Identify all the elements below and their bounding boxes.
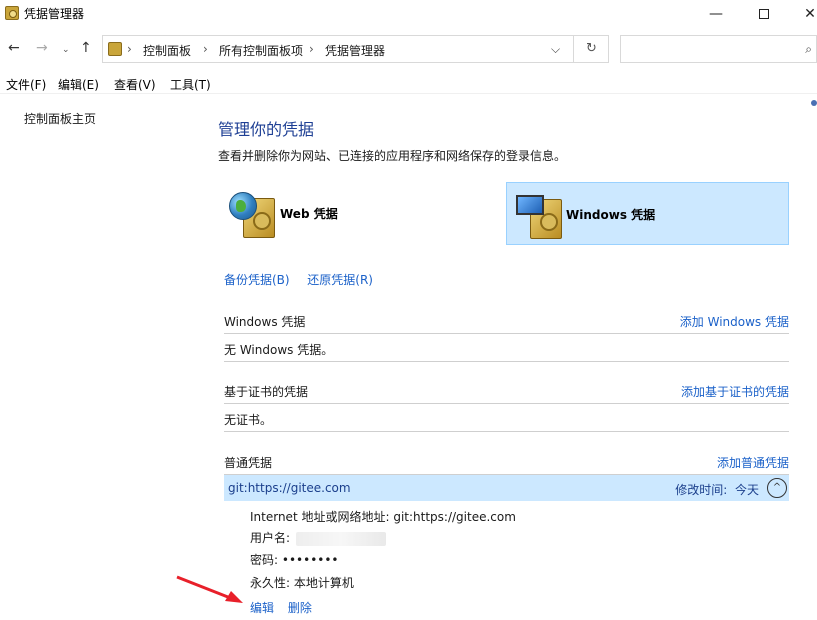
- breadcrumb-control-panel[interactable]: 控制面板: [143, 42, 191, 59]
- edit-credential-link[interactable]: 编辑: [250, 601, 274, 615]
- minimize-button[interactable]: —: [693, 0, 739, 28]
- persistence-label: 永久性:: [250, 576, 291, 590]
- web-credentials-label: Web 凭据: [280, 207, 338, 221]
- section-header: Windows 凭据 添加 Windows 凭据: [224, 306, 789, 334]
- globe-icon: [229, 192, 257, 220]
- breadcrumb-all-items[interactable]: 所有控制面板项: [219, 42, 303, 59]
- breadcrumb-separator[interactable]: ›: [309, 42, 314, 56]
- credential-row[interactable]: git:https://gitee.com 修改时间: 今天 ^: [224, 475, 789, 501]
- backup-restore-links: 备份凭据(B) 还原凭据(R): [224, 271, 373, 288]
- empty-message: 无证书。: [224, 413, 273, 427]
- section-title: 普通凭据: [224, 456, 273, 470]
- password-label: 密码:: [250, 553, 279, 567]
- modified-time: 修改时间: 今天: [675, 481, 759, 498]
- empty-message: 无 Windows 凭据。: [224, 343, 334, 357]
- page-description: 查看并删除你为网站、已连接的应用程序和网络保存的登录信息。: [218, 149, 567, 163]
- monitor-icon: [516, 195, 544, 215]
- menu-edit[interactable]: 编辑(E): [58, 76, 99, 93]
- backup-credentials-link[interactable]: 备份凭据(B): [224, 273, 290, 287]
- section-body: 无 Windows 凭据。: [224, 334, 789, 362]
- window-title: 凭据管理器: [24, 7, 85, 21]
- add-certificate-credential-link[interactable]: 添加基于证书的凭据: [681, 383, 789, 400]
- add-windows-credential-link[interactable]: 添加 Windows 凭据: [680, 313, 789, 330]
- title-bar: 凭据管理器 — ✕: [0, 0, 817, 28]
- web-vault-icon: [229, 190, 277, 240]
- windows-credentials-label: Windows 凭据: [566, 208, 656, 222]
- section-title: 基于证书的凭据: [224, 385, 309, 399]
- menu-view[interactable]: 查看(V): [114, 76, 156, 93]
- forward-button[interactable]: →: [36, 40, 48, 56]
- username-label: 用户名:: [250, 531, 291, 545]
- certificate-credentials-section: 基于证书的凭据 添加基于证书的凭据 无证书。: [224, 376, 789, 432]
- search-box[interactable]: ⌕: [620, 35, 817, 63]
- username-detail: 用户名:: [250, 529, 387, 546]
- address-dropdown-button[interactable]: ⌵: [551, 42, 560, 57]
- breadcrumb-separator[interactable]: ›: [203, 42, 208, 56]
- windows-credentials-tile[interactable]: Windows 凭据: [506, 182, 789, 245]
- recent-locations-button[interactable]: ⌄: [62, 45, 70, 55]
- search-icon[interactable]: ⌕: [805, 42, 812, 57]
- windows-vault-icon: [516, 191, 564, 241]
- credential-name: git:https://gitee.com: [228, 481, 351, 495]
- breadcrumb-credential-manager[interactable]: 凭据管理器: [325, 42, 385, 59]
- back-button[interactable]: ←: [8, 40, 20, 56]
- section-title: Windows 凭据: [224, 315, 306, 329]
- address-value: git:https://gitee.com: [393, 510, 516, 524]
- navigation-bar: ← → ⌄ ↑ › 控制面板 › 所有控制面板项 › 凭据管理器 ⌵ ↻ ⌕: [0, 30, 817, 68]
- page-title: 管理你的凭据: [218, 120, 315, 139]
- section-header: 普通凭据 添加普通凭据: [224, 447, 789, 475]
- close-button[interactable]: ✕: [787, 0, 817, 28]
- section-body: 无证书。: [224, 404, 789, 432]
- restore-credentials-link[interactable]: 还原凭据(R): [307, 273, 373, 287]
- address-detail: Internet 地址或网络地址: git:https://gitee.com: [250, 508, 516, 525]
- credential-manager-icon: [5, 6, 19, 20]
- add-generic-credential-link[interactable]: 添加普通凭据: [717, 454, 789, 471]
- modified-value: 今天: [734, 483, 759, 497]
- address-label: Internet 地址或网络地址:: [250, 510, 390, 524]
- windows-credentials-section: Windows 凭据 添加 Windows 凭据 无 Windows 凭据。: [224, 306, 789, 362]
- breadcrumb-separator[interactable]: ›: [127, 42, 132, 56]
- persistence-detail: 永久性: 本地计算机: [250, 574, 354, 591]
- username-redacted: [296, 531, 387, 546]
- credential-actions: 编辑 删除: [250, 599, 322, 616]
- section-header: 基于证书的凭据 添加基于证书的凭据: [224, 376, 789, 404]
- scroll-indicator[interactable]: [811, 100, 817, 106]
- generic-credentials-section: 普通凭据 添加普通凭据: [224, 447, 789, 475]
- address-bar[interactable]: › 控制面板 › 所有控制面板项 › 凭据管理器 ⌵ ↻: [102, 35, 609, 63]
- modified-label: 修改时间:: [675, 483, 728, 497]
- menu-tools[interactable]: 工具(T): [170, 76, 211, 93]
- menu-file[interactable]: 文件(F): [6, 76, 46, 93]
- main-content: 管理你的凭据 查看并删除你为网站、已连接的应用程序和网络保存的登录信息。 Web…: [200, 95, 817, 620]
- control-panel-home-link[interactable]: 控制面板主页: [24, 110, 96, 127]
- password-detail: 密码: ••••••••: [250, 551, 339, 568]
- web-credentials-tile[interactable]: Web 凭据: [222, 182, 505, 245]
- annotation-arrow-icon: [176, 575, 243, 603]
- maximize-button[interactable]: [741, 0, 787, 28]
- password-value: ••••••••: [281, 553, 339, 567]
- control-panel-icon: [108, 42, 122, 56]
- persistence-value: 本地计算机: [293, 576, 354, 590]
- left-pane: 控制面板主页: [0, 95, 200, 620]
- maximize-icon: [759, 9, 769, 19]
- up-button[interactable]: ↑: [80, 40, 92, 56]
- menu-bar: 文件(F) 编辑(E) 查看(V) 工具(T): [0, 72, 817, 94]
- refresh-button[interactable]: ↻: [573, 36, 609, 62]
- search-input[interactable]: [625, 37, 790, 61]
- delete-credential-link[interactable]: 删除: [288, 601, 312, 615]
- collapse-chevron-icon[interactable]: ^: [767, 478, 787, 498]
